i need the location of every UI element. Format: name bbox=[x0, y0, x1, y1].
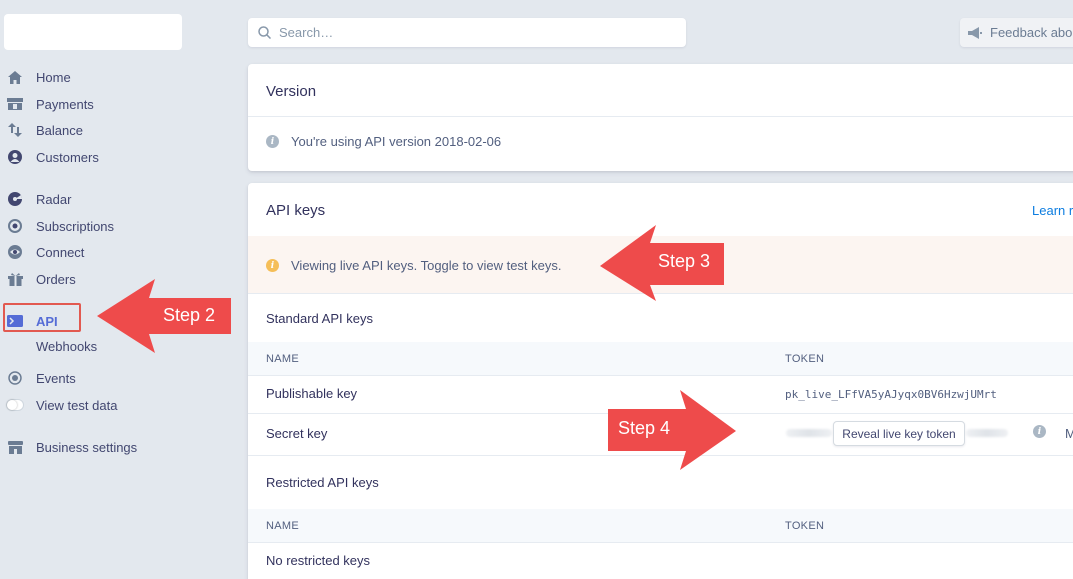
masked-token bbox=[966, 429, 1008, 437]
sidebar-item-customers[interactable]: Customers bbox=[6, 146, 99, 168]
sidebar-item-events[interactable]: Events bbox=[6, 367, 76, 389]
divider bbox=[248, 542, 1073, 543]
sidebar-item-connect[interactable]: Connect bbox=[6, 241, 84, 263]
sidebar-item-label: Radar bbox=[36, 191, 72, 207]
sidebar-item-label: Events bbox=[36, 370, 76, 386]
api-highlight-box bbox=[3, 303, 81, 332]
column-name: NAME bbox=[266, 520, 299, 532]
sidebar-item-home[interactable]: Home bbox=[6, 66, 71, 88]
divider bbox=[248, 375, 1073, 376]
balance-icon bbox=[6, 121, 24, 139]
sidebar-item-orders[interactable]: Orders bbox=[6, 268, 76, 290]
more-actions[interactable]: M bbox=[1065, 426, 1073, 441]
events-icon bbox=[6, 369, 24, 387]
sidebar-item-label: Webhooks bbox=[36, 338, 98, 354]
masked-token bbox=[786, 429, 832, 437]
sidebar-item-radar[interactable]: Radar bbox=[6, 188, 71, 210]
business-icon bbox=[6, 438, 24, 456]
sidebar-item-label: View test data bbox=[36, 397, 118, 413]
sidebar-item-label: Subscriptions bbox=[36, 218, 115, 234]
search-placeholder: Search… bbox=[279, 25, 334, 40]
publishable-key-token[interactable]: pk_live_LFfVA5yAJyqx0BV6HzwjUMrt bbox=[785, 388, 997, 401]
customers-icon bbox=[6, 148, 24, 166]
step-3-label: Step 3 bbox=[658, 251, 711, 271]
sidebar-item-label: Home bbox=[36, 69, 71, 85]
sidebar-item-label: Balance bbox=[36, 122, 83, 138]
info-icon: i bbox=[266, 135, 279, 148]
step-4-label: Step 4 bbox=[618, 418, 671, 438]
orders-icon bbox=[6, 270, 24, 288]
version-title: Version bbox=[266, 83, 317, 100]
megaphone-icon bbox=[968, 26, 982, 39]
step-2-label: Step 2 bbox=[163, 305, 216, 325]
sidebar-item-label: Payments bbox=[36, 96, 94, 112]
restricted-keys-heading: Restricted API keys bbox=[266, 475, 379, 490]
search-input[interactable]: Search… bbox=[248, 18, 686, 47]
sidebar-item-payments[interactable]: Payments bbox=[6, 93, 94, 115]
feedback-button[interactable]: Feedback about bbox=[960, 18, 1073, 47]
standard-table-header bbox=[248, 342, 1073, 375]
divider bbox=[248, 116, 1073, 117]
connect-icon bbox=[6, 243, 24, 261]
sidebar-item-business-settings[interactable]: Business settings bbox=[6, 436, 137, 458]
home-icon bbox=[6, 68, 24, 86]
restricted-table-header bbox=[248, 509, 1073, 542]
sidebar-item-label: Orders bbox=[36, 271, 76, 287]
version-message: i You're using API version 2018-02-06 bbox=[266, 134, 501, 149]
sidebar-item-label: Business settings bbox=[36, 439, 138, 455]
sidebar-item-view-test-data[interactable]: View test data bbox=[6, 394, 117, 416]
standard-keys-heading: Standard API keys bbox=[266, 311, 373, 326]
info-icon[interactable]: i bbox=[1033, 425, 1046, 438]
subscriptions-icon bbox=[6, 217, 24, 235]
version-message-text: You're using API version 2018-02-06 bbox=[291, 134, 502, 149]
secret-key-name: Secret key bbox=[266, 426, 328, 441]
sidebar-item-label: Connect bbox=[36, 244, 85, 260]
no-restricted-keys: No restricted keys bbox=[266, 553, 371, 568]
search-icon bbox=[258, 26, 271, 39]
column-token: TOKEN bbox=[785, 353, 825, 365]
learn-more-link[interactable]: Learn r bbox=[1032, 203, 1073, 218]
feedback-label: Feedback about bbox=[990, 25, 1073, 40]
toggle-icon[interactable] bbox=[6, 396, 24, 414]
warning-icon: i bbox=[266, 259, 279, 272]
sidebar-item-subscriptions[interactable]: Subscriptions bbox=[6, 215, 114, 237]
column-token: TOKEN bbox=[785, 520, 825, 532]
banner-text: Viewing live API keys. Toggle to view te… bbox=[291, 258, 562, 273]
publishable-key-name: Publishable key bbox=[266, 386, 358, 401]
column-name: NAME bbox=[266, 353, 299, 365]
sidebar-item-webhooks[interactable]: Webhooks bbox=[36, 335, 97, 357]
sidebar-item-balance[interactable]: Balance bbox=[6, 119, 83, 141]
logo[interactable] bbox=[4, 14, 182, 50]
radar-icon bbox=[6, 190, 24, 208]
reveal-live-key-button[interactable]: Reveal live key token bbox=[833, 421, 965, 446]
sidebar-item-label: Customers bbox=[36, 149, 99, 165]
version-card: Version i You're using API version 2018-… bbox=[248, 64, 1073, 171]
api-keys-title: API keys bbox=[266, 202, 326, 219]
banner-row: i Viewing live API keys. Toggle to view … bbox=[266, 258, 562, 273]
payments-icon bbox=[6, 95, 24, 113]
